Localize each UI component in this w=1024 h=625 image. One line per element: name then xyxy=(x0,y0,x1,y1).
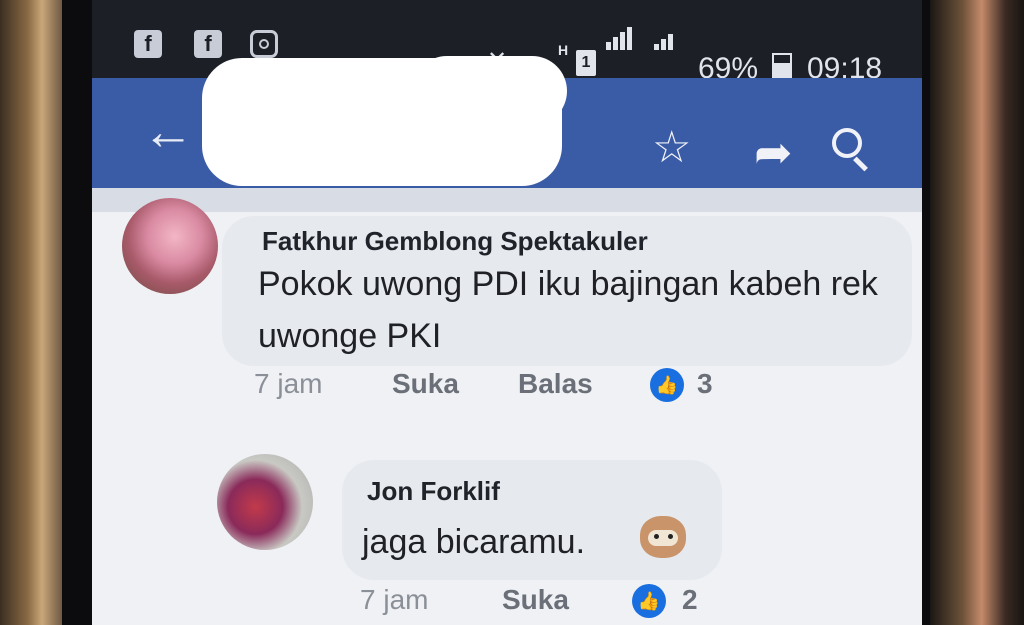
comment-text: Pokok uwong PDI iku bajingan kabeh rek u… xyxy=(258,265,878,355)
comment-time: 7 jam xyxy=(254,368,323,399)
sim-slot-indicator: 1 xyxy=(576,50,596,76)
reaction-count[interactable]: 3 xyxy=(697,368,713,400)
like-button[interactable]: Suka xyxy=(502,584,569,616)
comment-author[interactable]: Jon Forklif xyxy=(367,476,500,507)
like-reaction-icon[interactable]: 👍 xyxy=(632,584,666,618)
battery-icon xyxy=(772,53,792,79)
facebook-notification-icon: f xyxy=(134,30,162,58)
back-arrow-icon[interactable]: ← xyxy=(142,106,194,158)
comment-text: jaga bicaramu. xyxy=(362,523,586,561)
divider xyxy=(92,188,922,212)
reaction-count[interactable]: 2 xyxy=(682,584,698,616)
avatar[interactable] xyxy=(122,198,218,294)
reply-button[interactable]: Balas xyxy=(518,368,593,400)
like-button[interactable]: Suka xyxy=(392,368,459,400)
like-reaction-icon[interactable]: 👍 xyxy=(650,368,684,402)
search-icon[interactable] xyxy=(832,128,862,158)
facebook-notification-icon: f xyxy=(194,30,222,58)
phone-screen: f f ✕ H 1 69% 09:18 ← ☆ ➦ xyxy=(92,0,922,625)
instagram-notification-icon xyxy=(250,30,278,58)
phone-bezel-left xyxy=(0,0,70,625)
comments-list: Fatkhur Gemblong Spektakuler Pokok uwong… xyxy=(92,188,922,625)
network-type-indicator: H xyxy=(558,42,569,58)
star-icon[interactable]: ☆ xyxy=(652,126,691,170)
comment-time: 7 jam xyxy=(360,584,429,615)
dog-emoji-icon xyxy=(640,516,686,558)
phone-bezel-right xyxy=(930,0,1024,625)
redaction-overlay xyxy=(202,56,567,186)
share-icon[interactable]: ➦ xyxy=(754,129,793,175)
avatar[interactable] xyxy=(217,454,313,550)
comment-author[interactable]: Fatkhur Gemblong Spektakuler xyxy=(262,226,648,257)
